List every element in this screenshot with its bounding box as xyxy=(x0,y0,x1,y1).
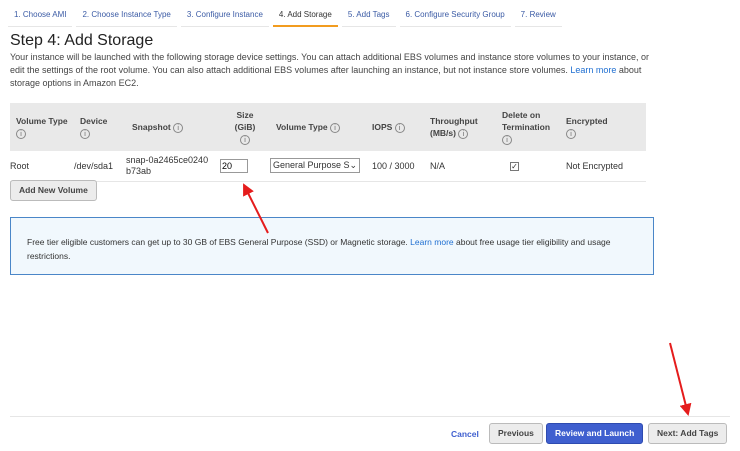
annotation-arrow-next xyxy=(669,342,692,416)
next-add-tags-button[interactable]: Next: Add Tags xyxy=(648,423,728,444)
footer-divider xyxy=(10,416,730,417)
review-and-launch-button[interactable]: Review and Launch xyxy=(546,423,644,444)
annotation-arrow-size xyxy=(243,183,269,234)
previous-button[interactable]: Previous xyxy=(489,423,543,444)
cancel-link[interactable]: Cancel xyxy=(451,429,479,439)
annotation-arrows xyxy=(243,183,692,416)
